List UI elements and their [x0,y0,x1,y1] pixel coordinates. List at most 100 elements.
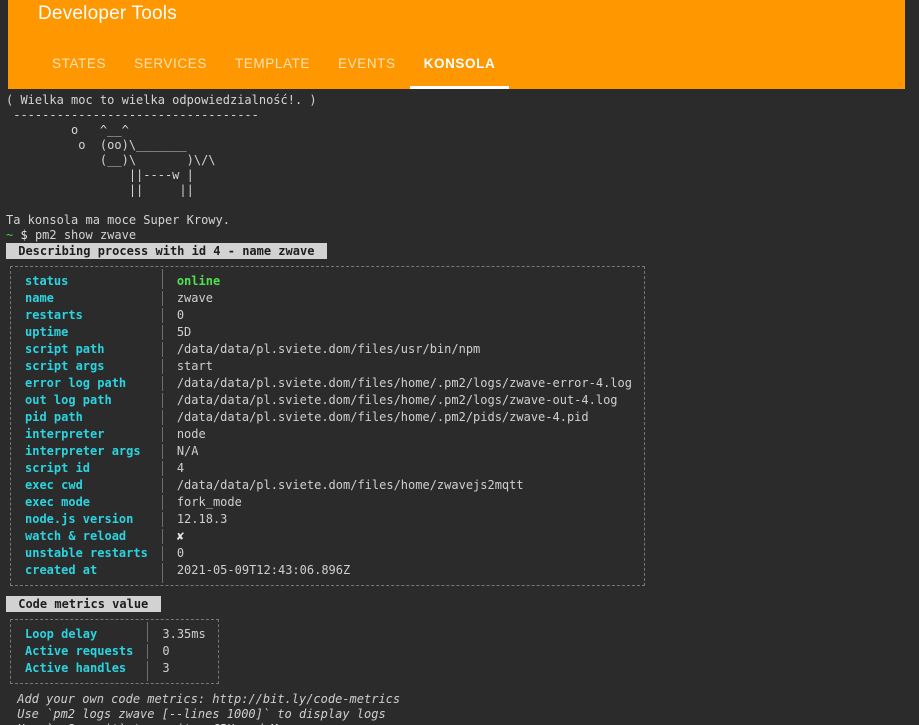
row-value: node [176,427,206,441]
row-value: /data/data/pl.sviete.dom/files/usr/bin/n… [176,342,481,356]
table-row: interpreter node [13,427,642,442]
describe-badge-row: Describing process with id 4 - name zwav… [0,243,919,260]
watch-reload-cross-icon: ✘ [176,529,185,543]
row-value: zwave [176,291,213,305]
row-value: N/A [176,444,199,458]
table-row: status online [13,269,642,289]
entered-command: pm2 show zwave [34,228,137,242]
row-key: exec cwd [13,478,163,493]
tab-bar: STATES SERVICES TEMPLATE EVENTS KONSOLA [38,52,510,89]
row-value: 2021-05-09T12:43:06.896Z [176,563,351,577]
banner-rule: ---------------------------------- [6,108,259,122]
tab-template[interactable]: TEMPLATE [221,52,324,89]
tab-states-label: STATES [52,56,107,71]
row-key: node.js version [13,512,163,527]
row-key: pid path [13,410,163,425]
cow-art-line-3: (__)\ )\/\ [6,153,216,167]
table-row: script path/data/data/pl.sviete.dom/file… [13,342,642,357]
row-value: 0 [162,644,170,658]
table-row: Active requests 0 [13,644,216,659]
row-key: Active handles [13,661,149,681]
tab-services[interactable]: SERVICES [120,52,221,89]
row-value: ✘ [165,529,642,544]
page-title: Developer Tools [38,3,177,24]
tab-konsola-label: KONSOLA [423,56,496,71]
table-row: interpreter args N/A [13,444,642,459]
banner-tagline: Ta konsola ma moce Super Krowy. [6,213,230,227]
table-row: script args start [13,359,642,374]
status-badge: online [176,274,221,288]
command-prompt-line: ~ $ pm2 show zwave [0,228,919,243]
table-row: watch & reload ✘ [13,529,642,544]
row-value: fork_mode [176,495,242,509]
row-value: 5D [176,325,192,339]
table-row: script id 4 [13,461,642,476]
metrics-section-badge: Code metrics value [6,596,161,612]
table-row: restarts 0 [13,308,642,323]
table-row: exec cwd/data/data/pl.sviete.dom/files/h… [13,478,642,493]
tab-services-label: SERVICES [134,56,207,71]
tab-konsola[interactable]: KONSOLA [409,52,510,89]
row-key: restarts [13,308,163,323]
row-key: script id [13,461,163,476]
row-key: Active requests [13,644,149,659]
row-value: 4 [176,461,185,475]
row-key: exec mode [13,495,163,510]
tab-events-label: EVENTS [338,56,396,71]
cow-art-line-2: o (oo)\_______ [6,138,187,152]
hint-code-metrics: Add your own code metrics: http://bit.ly… [10,692,401,706]
banner-quote: ( Wielka moc to wielka odpowiedzialność!… [6,93,317,107]
row-value: online [165,269,642,289]
row-value: /data/data/pl.sviete.dom/files/home/.pm2… [176,393,618,407]
describe-section-badge: Describing process with id 4 - name zwav… [6,243,327,259]
row-key: interpreter [13,427,163,442]
table-row: pid path/data/data/pl.sviete.dom/files/h… [13,410,642,425]
code-metrics-table: Loop delay 3.35ms Active requests 0 Active… [10,619,219,684]
row-value: /data/data/pl.sviete.dom/files/home/.pm2… [176,376,632,390]
console-output[interactable]: ( Wielka moc to wielka odpowiedzialność!… [0,89,919,725]
table-row: exec mode fork_mode [13,495,642,510]
row-key: interpreter args [13,444,163,459]
row-key: error log path [13,376,163,391]
metrics-badge-row: Code metrics value [0,596,919,613]
table-row: created at 2021-05-09T12:43:06.896Z [13,563,642,583]
table-row: out log path/data/data/pl.sviete.dom/fil… [13,393,642,408]
row-value: start [176,359,213,373]
hint-logs: Use `pm2 logs zwave [--lines 1000]` to d… [10,707,386,721]
table-row: node.js version 12.18.3 [13,512,642,527]
row-key: script args [13,359,163,374]
row-value: 12.18.3 [176,512,228,526]
row-key: unstable restarts [13,546,163,561]
cow-art-line-1: o ^__^ [6,123,129,137]
row-value: 3 [162,661,170,675]
row-key: Loop delay [13,622,149,642]
row-key: watch & reload [13,529,163,544]
row-value: 3.35ms [162,627,206,641]
tab-template-label: TEMPLATE [234,56,310,71]
table-row: Active handles 3 [13,661,216,681]
row-key: out log path [13,393,163,408]
cow-art-line-5: || || [6,183,194,197]
row-value: 0 [176,546,185,560]
table-row: name zwave [13,291,642,306]
cow-art-line-4: ||----w | [6,168,194,182]
row-key: created at [13,563,163,583]
row-value: /data/data/pl.sviete.dom/files/home/.pm2… [176,410,589,424]
process-describe-table: status online name zwave restarts 0 uptime 5… [10,266,645,586]
row-key: script path [13,342,163,357]
row-key: status [13,269,163,289]
row-value: /data/data/pl.sviete.dom/files/home/zwav… [176,478,524,492]
tab-events[interactable]: EVENTS [324,52,410,89]
table-row: unstable restarts 0 [13,546,642,561]
row-key: uptime [13,325,163,340]
table-row: uptime 5D [13,325,642,340]
prompt-dollar: $ [20,228,28,242]
table-row: error log path/data/data/pl.sviete.dom/f… [13,376,642,391]
tab-states[interactable]: STATES [38,52,120,89]
row-value: 0 [176,308,185,322]
row-key: name [13,291,163,306]
app-header: Developer Tools STATES SERVICES TEMPLATE… [8,0,905,89]
